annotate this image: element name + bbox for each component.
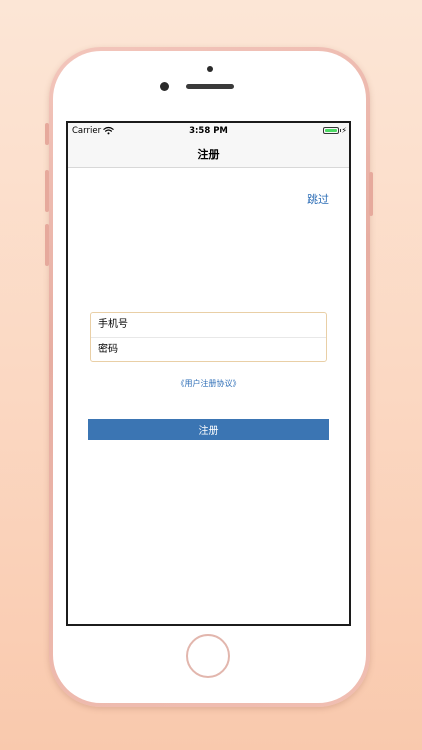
page-title: 注册 (197, 148, 220, 161)
register-form (90, 312, 327, 362)
battery-level (325, 129, 337, 132)
volume-down-button (45, 224, 49, 266)
earpiece-speaker (186, 84, 234, 89)
status-time: 3:58 PM (189, 126, 228, 136)
battery-icon (323, 127, 339, 134)
front-camera-icon (160, 82, 169, 91)
home-button[interactable] (186, 634, 230, 678)
phone-number-input[interactable] (91, 313, 326, 337)
volume-up-button (45, 170, 49, 212)
power-button (369, 172, 373, 216)
mute-switch (45, 123, 49, 145)
charging-bolt-icon: ⚡ (341, 126, 347, 135)
status-bar: Carrier 3:58 PM ⚡ (68, 123, 349, 140)
navigation-bar: 注册 (68, 140, 349, 168)
user-agreement-link[interactable]: 《用户注册协议》 (68, 378, 349, 389)
register-button[interactable]: 注册 (88, 419, 329, 440)
phone-screen: Carrier 3:58 PM ⚡ 注册 跳过 《用户注册协议》 注册 (66, 121, 351, 626)
proximity-sensor (207, 66, 213, 72)
register-content: 跳过 《用户注册协议》 注册 (68, 168, 349, 624)
password-input[interactable] (91, 338, 326, 362)
skip-button[interactable]: 跳过 (307, 191, 329, 207)
